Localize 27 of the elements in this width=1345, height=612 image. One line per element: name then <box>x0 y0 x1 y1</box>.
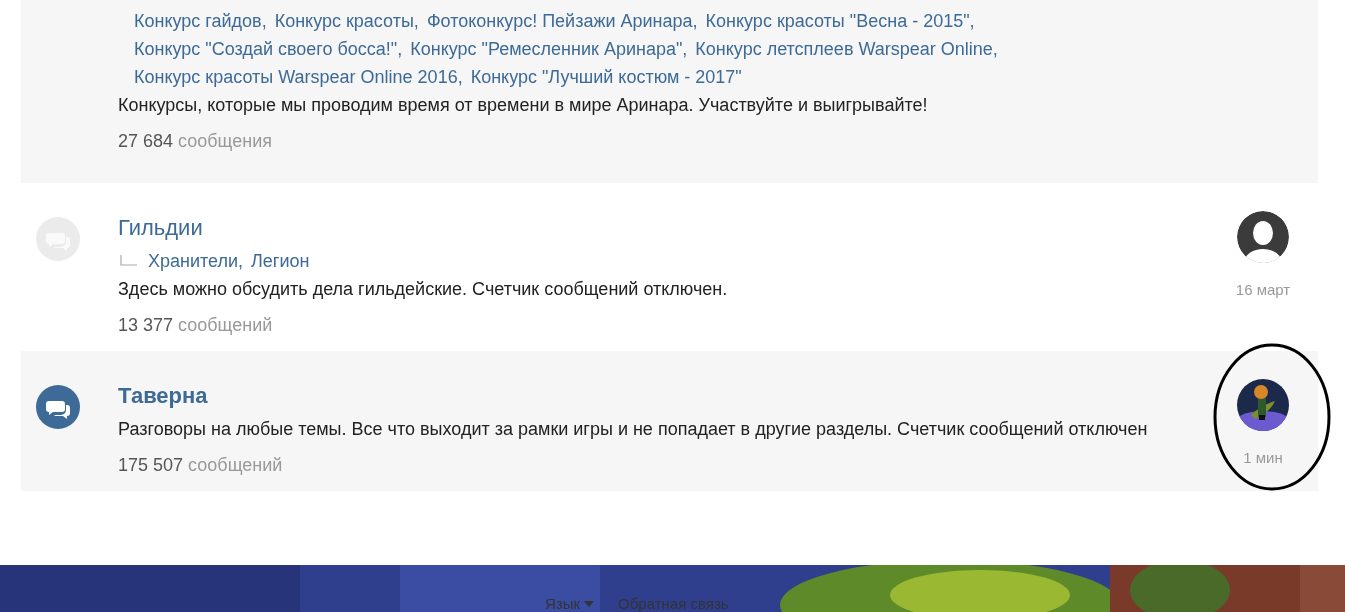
subforum-link[interactable]: Конкурс "Лучший костюм - 2017" <box>470 63 742 91</box>
subforum-link[interactable]: Легион <box>251 247 310 275</box>
branch-icon <box>118 254 140 268</box>
subforum-link[interactable]: Конкурс красоты "Весна - 2015", <box>705 7 975 35</box>
subforum-link[interactable]: Конкурс "Ремесленник Аринара", <box>410 35 688 63</box>
post-count-label: сообщений <box>178 315 273 335</box>
caret-icon <box>584 600 595 607</box>
subforum-link[interactable]: Конкурс летсплеев Warspear Online, <box>695 35 998 63</box>
forum-description: Здесь можно обсудить дела гильдейские. Счетчик сообщений отключен. <box>118 278 729 301</box>
post-count-label: сообщений <box>188 455 283 475</box>
forum-description: Конкурсы, которые мы проводим время от времени в мире Аринара. Участвуйте и выигрывайте! <box>118 94 929 117</box>
post-count: 27 684 <box>118 131 174 151</box>
post-count: 175 507 <box>118 455 184 475</box>
last-post-time: 16 март <box>1235 281 1291 298</box>
subforum-link[interactable]: Конкурс "Создай своего босса!", <box>134 35 403 63</box>
user-avatar-icon[interactable] <box>1237 211 1289 263</box>
forum-title-link[interactable]: Гильдии <box>118 217 203 239</box>
last-post-time: 1 мин <box>1243 449 1283 466</box>
subforum-link[interactable]: Конкурс красоты, <box>274 7 419 35</box>
subforum-link[interactable]: Фотоконкурс! Пейзажи Аринара, <box>426 7 698 35</box>
subforum-link[interactable]: Конкурс гайдов, <box>134 7 267 35</box>
post-count-label: сообщения <box>178 131 272 151</box>
forum-description: Разговоры на любые темы. Все что выходит за рамки игры и не попадает в другие разделы. Счетчик сообщений отключен <box>118 418 1149 441</box>
forum-title-link[interactable]: Таверна <box>118 385 208 407</box>
subforum-link[interactable]: Хранители, <box>148 247 244 275</box>
subforum-link[interactable]: Конкурс красоты Warspear Online 2016, <box>134 63 463 91</box>
post-count: 13 377 <box>118 315 174 335</box>
